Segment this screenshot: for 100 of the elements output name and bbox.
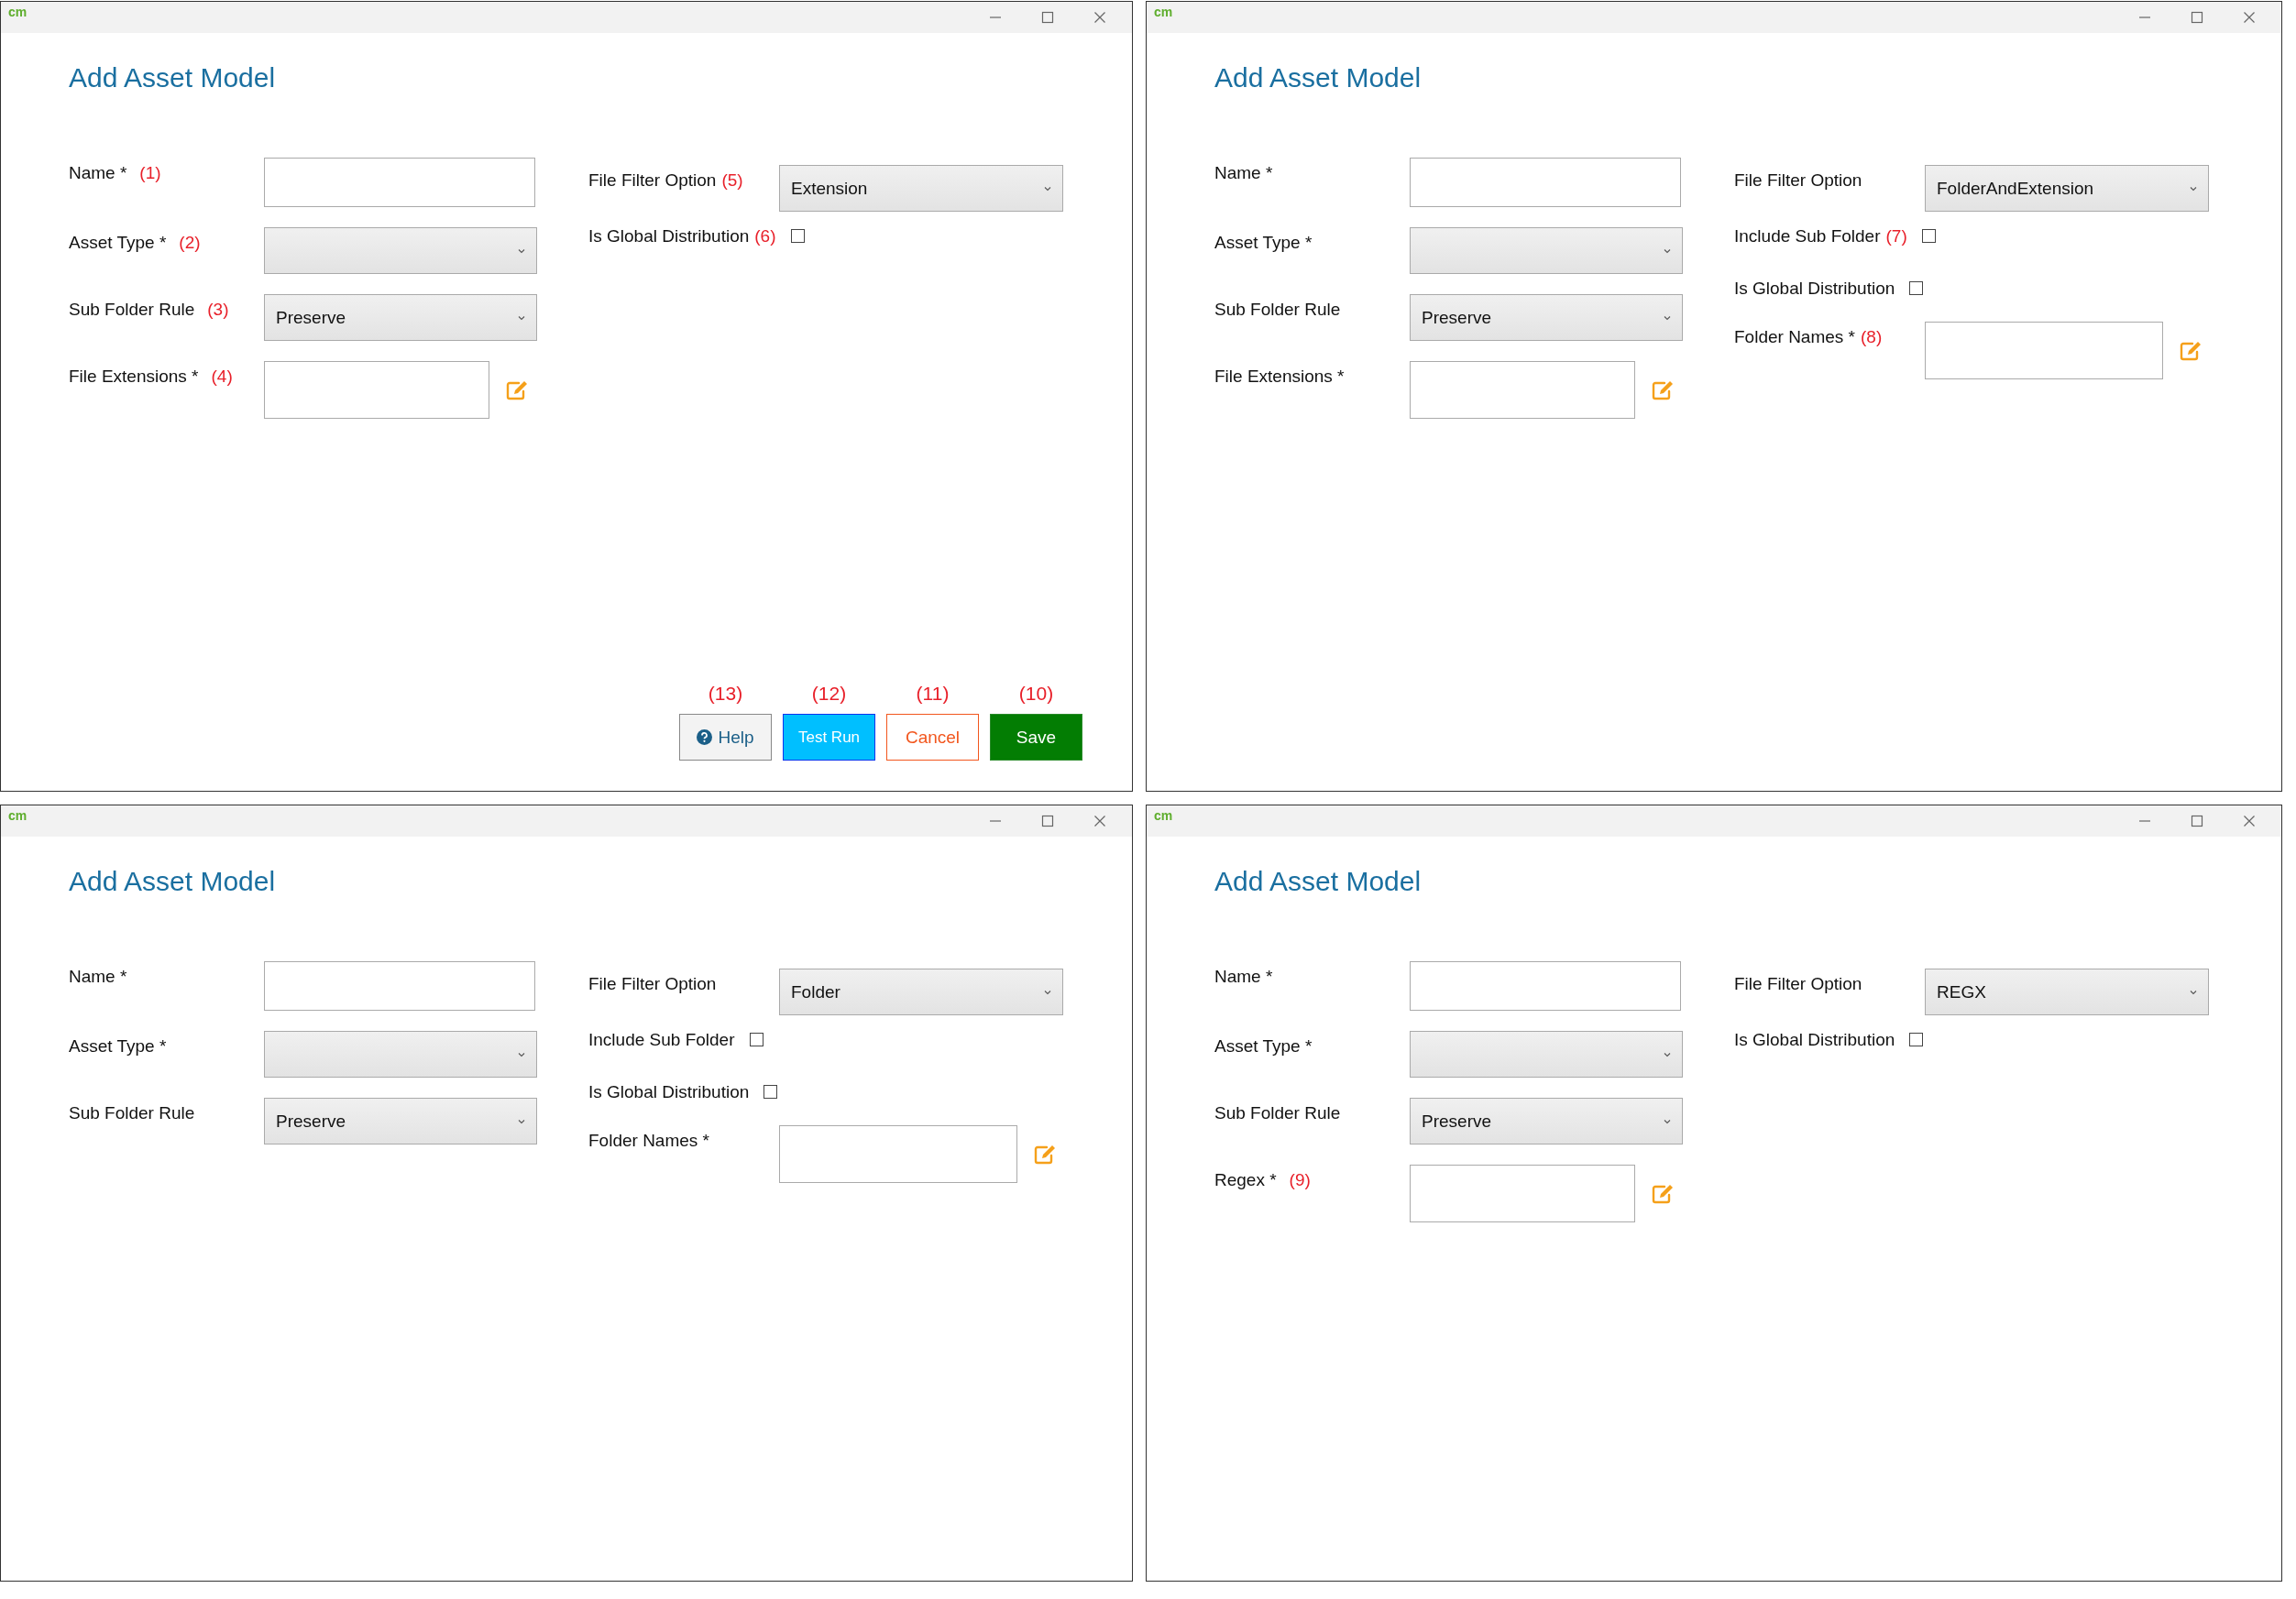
- field-label: File Filter Option: [1734, 974, 1862, 994]
- dropdown[interactable]: Folder: [779, 969, 1063, 1015]
- chevron-down-icon: [1044, 185, 1051, 192]
- cancel-button[interactable]: Cancel: [886, 714, 979, 761]
- edit-icon[interactable]: [1652, 1183, 1675, 1204]
- close-icon[interactable]: [1093, 815, 1106, 827]
- dropdown[interactable]: REGX: [1925, 969, 2209, 1015]
- save-button[interactable]: Save: [990, 714, 1082, 761]
- field-label: Is Global Distribution: [588, 1082, 750, 1102]
- annotation-number: (11): [916, 683, 950, 705]
- chevron-down-icon: [2190, 185, 2197, 192]
- annotation-number: (2): [179, 233, 201, 253]
- edit-icon[interactable]: [1652, 379, 1675, 400]
- text-field[interactable]: [1410, 361, 1635, 419]
- dropdown[interactable]: Preserve: [1410, 294, 1683, 341]
- maximize-icon[interactable]: [1041, 815, 1054, 827]
- annotation-number: (3): [207, 300, 229, 320]
- text-field[interactable]: [264, 158, 535, 207]
- field-label: Name *: [1214, 163, 1273, 183]
- dropdown[interactable]: [264, 227, 537, 274]
- maximize-icon[interactable]: [2191, 11, 2203, 24]
- checkbox[interactable]: [1909, 1033, 1924, 1046]
- annotation-number: (1): [139, 163, 161, 183]
- text-field[interactable]: [1410, 961, 1681, 1011]
- dropdown[interactable]: [1410, 1031, 1683, 1078]
- help-button[interactable]: Help: [679, 714, 772, 761]
- checkbox[interactable]: [764, 1085, 778, 1099]
- field-label: Asset Type *: [69, 1036, 167, 1057]
- app-logo: cm: [1154, 808, 1173, 823]
- edit-icon[interactable]: [1034, 1144, 1057, 1165]
- text-field[interactable]: [264, 961, 535, 1011]
- help-icon: [697, 729, 713, 745]
- field-label: Sub Folder Rule: [1214, 1103, 1341, 1123]
- field-label: Include Sub Folder: [588, 1030, 735, 1050]
- field-label: File Extensions *: [1214, 367, 1345, 387]
- text-field[interactable]: [779, 1125, 1017, 1183]
- annotation-number: (6): [754, 226, 776, 246]
- close-icon[interactable]: [1093, 11, 1106, 24]
- dialog-title: Add Asset Model: [1214, 62, 1423, 93]
- dialog-title: Add Asset Model: [69, 62, 277, 93]
- text-field[interactable]: [1925, 322, 2163, 379]
- dropdown[interactable]: [264, 1031, 537, 1078]
- annotation-number: (13): [708, 683, 743, 705]
- annotation-number: (4): [211, 367, 233, 387]
- text-field[interactable]: [264, 361, 489, 419]
- chevron-down-icon: [1664, 1118, 1671, 1124]
- field-label: File Filter Option: [588, 974, 717, 994]
- field-label: Folder Names *: [1734, 327, 1855, 347]
- app-logo: cm: [1154, 5, 1173, 19]
- field-label: Asset Type *: [1214, 233, 1313, 253]
- field-label: Asset Type *: [69, 233, 167, 253]
- dropdown[interactable]: [1410, 227, 1683, 274]
- annotation-number: (12): [811, 683, 847, 705]
- chevron-down-icon: [518, 1118, 525, 1124]
- field-label: Is Global Distribution: [588, 226, 750, 246]
- app-logo: cm: [8, 808, 27, 823]
- annotation-number: (8): [1861, 327, 1883, 347]
- dropdown[interactable]: FolderAndExtension: [1925, 165, 2209, 212]
- field-label: Name *: [69, 163, 127, 183]
- dropdown[interactable]: Extension: [779, 165, 1063, 212]
- chevron-down-icon: [1664, 1051, 1671, 1057]
- chevron-down-icon: [1044, 989, 1051, 995]
- field-label: Regex *: [1214, 1170, 1277, 1190]
- chevron-down-icon: [1664, 314, 1671, 321]
- checkbox[interactable]: [1921, 229, 1936, 243]
- field-label: Folder Names *: [588, 1131, 709, 1151]
- app-logo: cm: [8, 5, 27, 19]
- checkbox[interactable]: [749, 1033, 764, 1046]
- text-field[interactable]: [1410, 1165, 1635, 1222]
- chevron-down-icon: [1664, 247, 1671, 254]
- dialog-title: Add Asset Model: [69, 866, 277, 897]
- field-label: Is Global Distribution: [1734, 1030, 1895, 1050]
- chevron-down-icon: [518, 314, 525, 321]
- maximize-icon[interactable]: [2191, 815, 2203, 827]
- close-icon[interactable]: [2243, 815, 2256, 827]
- annotation-number: (5): [721, 170, 743, 191]
- maximize-icon[interactable]: [1041, 11, 1054, 24]
- field-label: Asset Type *: [1214, 1036, 1313, 1057]
- annotation-number: (7): [1885, 226, 1907, 246]
- dialog-title: Add Asset Model: [1214, 866, 1423, 897]
- field-label: Sub Folder Rule: [69, 300, 195, 320]
- field-label: File Extensions *: [69, 367, 199, 387]
- field-label: Name *: [69, 967, 127, 987]
- edit-icon[interactable]: [2180, 340, 2203, 361]
- checkbox[interactable]: [1909, 281, 1924, 295]
- field-label: Sub Folder Rule: [69, 1103, 195, 1123]
- annotation-number: (10): [1018, 683, 1054, 705]
- dropdown[interactable]: Preserve: [264, 294, 537, 341]
- edit-icon[interactable]: [506, 379, 529, 400]
- annotation-number: (9): [1289, 1170, 1311, 1190]
- field-label: Sub Folder Rule: [1214, 300, 1341, 320]
- field-label: File Filter Option: [1734, 170, 1862, 191]
- dropdown[interactable]: Preserve: [1410, 1098, 1683, 1144]
- checkbox[interactable]: [790, 229, 805, 243]
- text-field[interactable]: [1410, 158, 1681, 207]
- field-label: File Filter Option: [588, 170, 717, 191]
- dropdown[interactable]: Preserve: [264, 1098, 537, 1144]
- close-icon[interactable]: [2243, 11, 2256, 24]
- field-label: Is Global Distribution: [1734, 279, 1895, 299]
- field-label: Name *: [1214, 967, 1273, 987]
